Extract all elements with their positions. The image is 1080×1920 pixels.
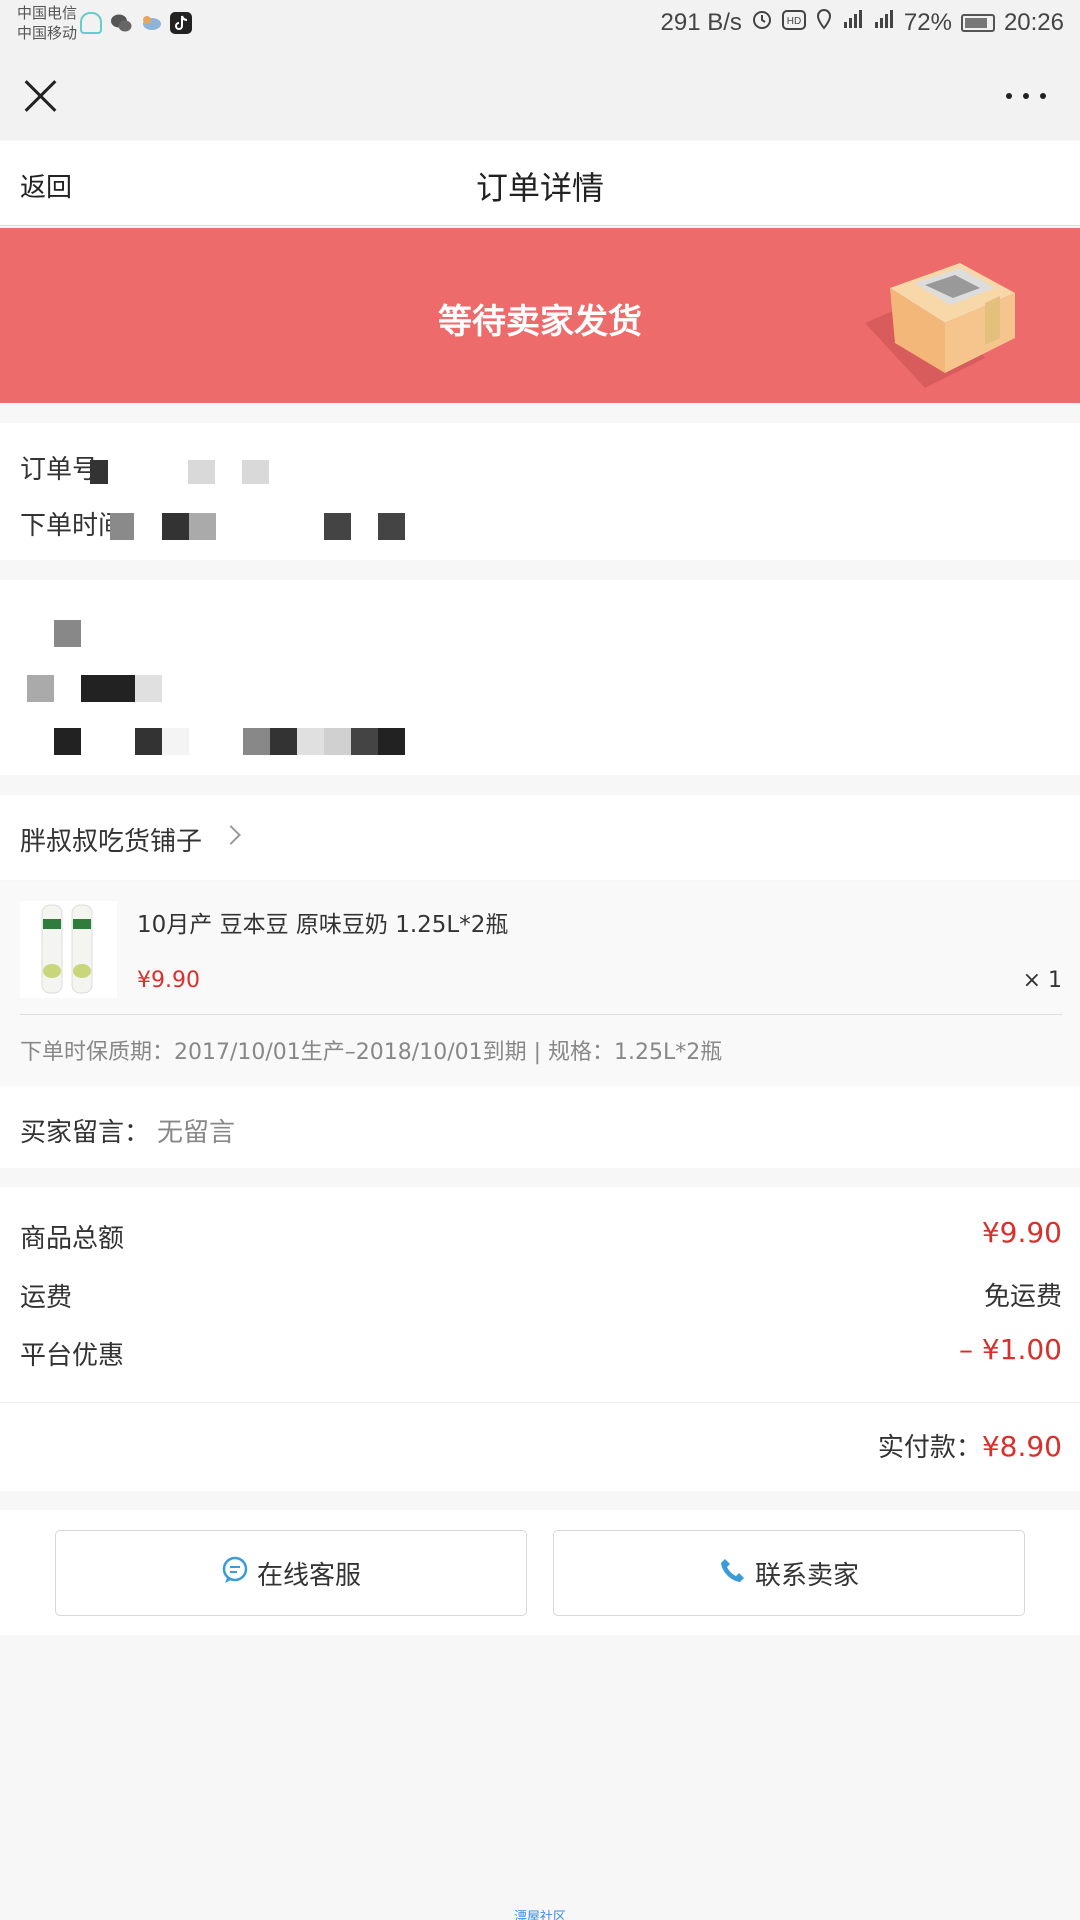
redacted-block xyxy=(242,460,269,484)
redacted-block xyxy=(351,728,378,755)
redacted-block xyxy=(110,513,134,540)
shop-name[interactable]: 胖叔叔吃货铺子 xyxy=(20,821,202,858)
redacted-block xyxy=(135,728,162,755)
battery-percent: 72% xyxy=(903,8,952,36)
redacted-block xyxy=(324,513,351,540)
goods-total-label: 商品总额 xyxy=(20,1224,125,1254)
status-bar: 中国电信 中国移动 291 B/s HD 72% 20:26 xyxy=(0,0,1080,50)
redacted-block xyxy=(81,675,135,702)
signal-4g-icon xyxy=(873,8,895,37)
paid-total-row: 实付款：¥8.90 xyxy=(0,1403,1080,1491)
paid-total: 实付款：¥8.90 xyxy=(878,1427,1062,1464)
redacted-block xyxy=(162,513,189,540)
shipping-value: 免运费 xyxy=(983,1282,1062,1312)
page-header: 返回 订单详情 xyxy=(0,141,1080,226)
watermark: 漂屋社区 xyxy=(513,1910,566,1920)
battery-icon xyxy=(960,13,995,32)
price-summary: 商品总额 ¥9.90 运费 免运费 平台优惠 – ¥1.00 xyxy=(0,1187,1080,1402)
product-name[interactable]: 10月产 豆本豆 原味豆奶 1.25L*2瓶 xyxy=(137,905,508,939)
buyer-message-value: 无留言 xyxy=(157,1118,236,1148)
redacted-block xyxy=(54,620,81,647)
order-status-banner: 等待卖家发货 xyxy=(0,228,1080,403)
redacted-block xyxy=(54,728,81,755)
package-box-icon xyxy=(865,248,1035,392)
more-icon[interactable] xyxy=(1006,93,1046,99)
order-time-label: 下单时间 xyxy=(20,511,125,541)
carrier-2: 中国移动 xyxy=(17,24,78,42)
redacted-block xyxy=(90,460,108,484)
svg-text:HD: HD xyxy=(787,16,801,27)
redacted-block xyxy=(135,675,162,702)
carrier-1: 中国电信 xyxy=(17,4,78,22)
product-item[interactable]: 10月产 豆本豆 原味豆奶 1.25L*2瓶 ¥9.90 × 1 下单时保质期：… xyxy=(0,881,1080,1085)
product-quantity: × 1 xyxy=(1022,968,1062,993)
redacted-block xyxy=(162,728,189,755)
redacted-block xyxy=(378,728,405,755)
contact-seller-label: 联系卖家 xyxy=(754,1560,859,1591)
product-spec: 下单时保质期：2017/10/01生产–2018/10/01到期 | 规格：1.… xyxy=(20,1040,723,1065)
hd-icon: HD xyxy=(781,9,806,37)
chat-icon xyxy=(221,1556,249,1591)
redacted-block xyxy=(189,513,216,540)
redacted-block xyxy=(188,460,215,484)
redacted-block xyxy=(270,728,297,755)
product-thumbnail xyxy=(20,901,117,998)
status-indicators: 291 B/s HD 72% 20:26 xyxy=(661,8,1065,37)
online-service-button[interactable]: 在线客服 xyxy=(55,1530,527,1616)
weather-icon xyxy=(140,12,162,34)
redacted-block xyxy=(378,513,405,540)
buyer-message-row: 买家留言： 无留言 xyxy=(0,1086,1080,1168)
redacted-block xyxy=(27,675,54,702)
tiktok-icon xyxy=(170,12,192,34)
webview-toolbar xyxy=(0,50,1080,140)
discount-value: – ¥1.00 xyxy=(958,1333,1062,1366)
divider xyxy=(20,1014,1062,1015)
net-speed: 291 B/s xyxy=(660,8,742,36)
paid-label: 实付款： xyxy=(877,1433,982,1463)
buyer-message-label: 买家留言： xyxy=(20,1118,151,1148)
redacted-block xyxy=(324,728,351,755)
headset-icon xyxy=(80,12,102,34)
carrier-info: 中国电信 中国移动 xyxy=(17,3,77,43)
redacted-block xyxy=(243,728,270,755)
wechat-icon xyxy=(110,12,132,34)
shipping-address-card xyxy=(0,580,1080,775)
location-icon xyxy=(815,8,833,37)
online-service-label: 在线客服 xyxy=(256,1560,361,1591)
alarm-icon xyxy=(751,8,773,37)
goods-total-value: ¥9.90 xyxy=(981,1216,1062,1249)
close-icon[interactable] xyxy=(22,78,58,114)
clock: 20:26 xyxy=(1003,8,1064,36)
order-info-card: 订单号 下单时间 xyxy=(0,423,1080,560)
discount-label: 平台优惠 xyxy=(20,1341,125,1371)
order-number-label: 订单号 xyxy=(20,455,99,485)
paid-value: ¥8.90 xyxy=(981,1430,1062,1463)
contact-seller-button[interactable]: 联系卖家 xyxy=(553,1530,1025,1616)
notification-icons xyxy=(80,12,192,34)
page-title: 订单详情 xyxy=(475,169,604,207)
action-bar: 在线客服 联系卖家 xyxy=(0,1510,1080,1635)
shipping-label: 运费 xyxy=(20,1283,73,1313)
shop-row[interactable]: 胖叔叔吃货铺子 xyxy=(0,795,1080,880)
signal-3g-icon xyxy=(842,8,864,37)
phone-icon xyxy=(719,1556,747,1591)
chevron-right-icon xyxy=(221,825,241,845)
product-price: ¥9.90 xyxy=(137,968,200,993)
redacted-block xyxy=(297,728,324,755)
